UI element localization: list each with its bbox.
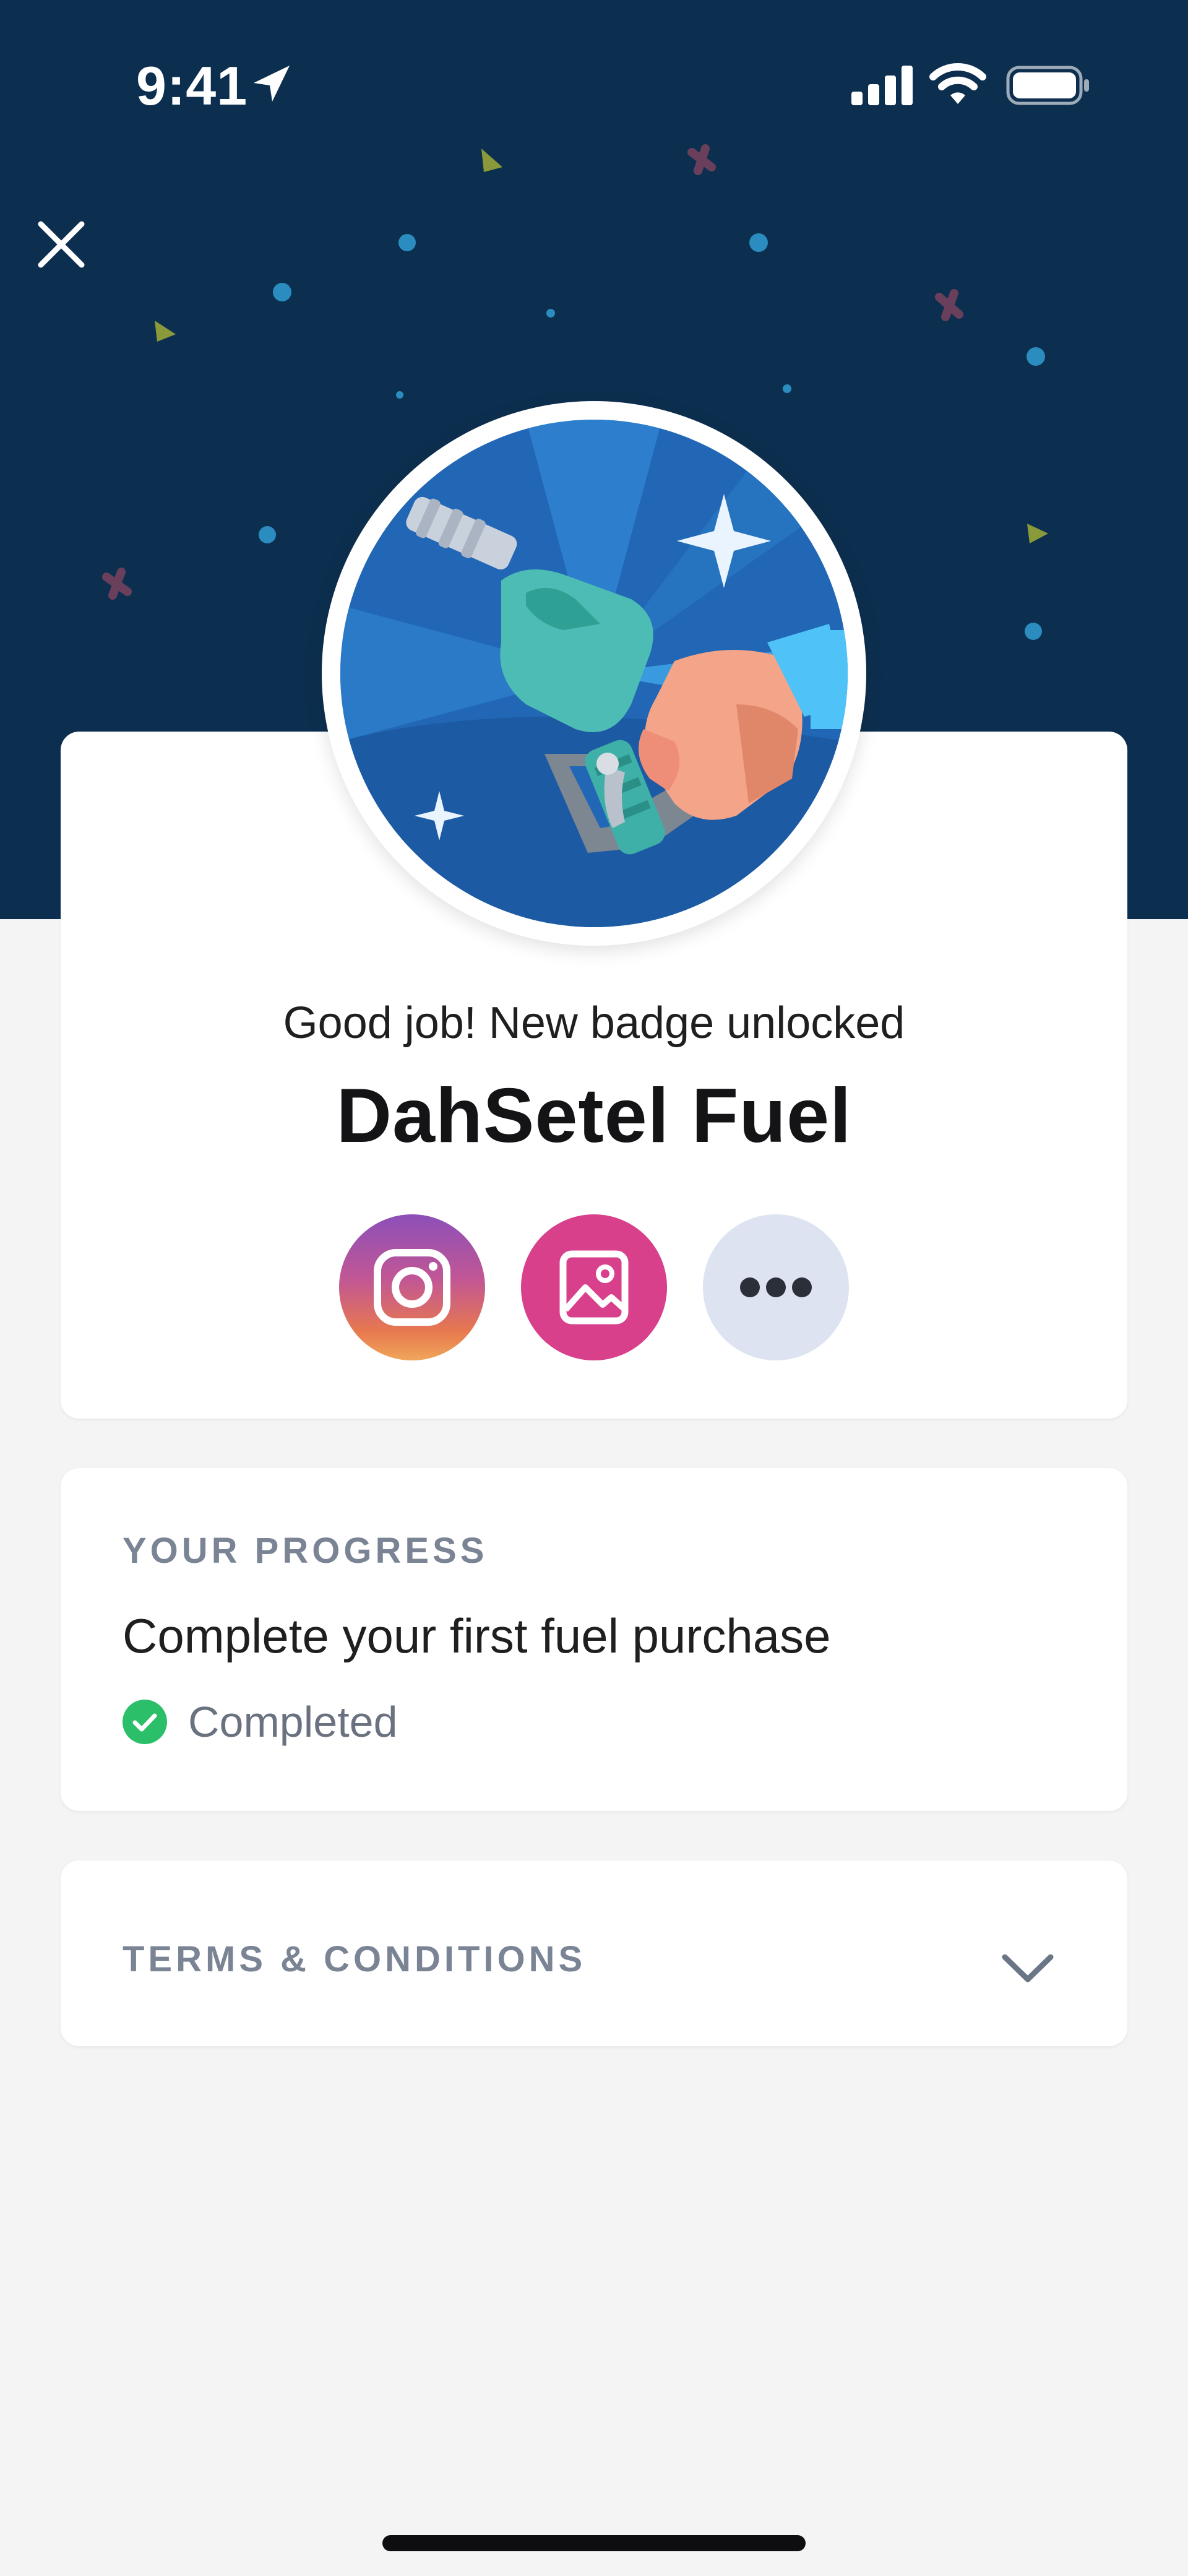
battery-icon <box>1006 66 1089 105</box>
more-icon <box>740 1277 812 1297</box>
cellular-signal-icon <box>851 66 913 105</box>
instagram-icon <box>374 1249 450 1326</box>
badge-illustration <box>322 401 866 946</box>
status-bar: 9:41 <box>0 0 1188 173</box>
chevron-down-icon[interactable] <box>994 1934 1062 2002</box>
wifi-icon <box>929 63 986 104</box>
status-label: Completed <box>188 1698 398 1746</box>
badge-subtitle: Good job! New badge unlocked <box>283 998 905 1048</box>
share-instagram-button[interactable] <box>339 1214 485 1360</box>
home-indicator[interactable] <box>382 2535 806 2551</box>
progress-task-text: Complete your first fuel purchase <box>123 1609 831 1663</box>
progress-card: YOUR PROGRESS Complete your first fuel p… <box>61 1468 1127 1811</box>
image-icon <box>559 1250 629 1325</box>
progress-section-label: YOUR PROGRESS <box>123 1531 488 1571</box>
check-circle-icon <box>123 1700 167 1744</box>
share-image-button[interactable] <box>521 1214 667 1360</box>
terms-accordion[interactable]: TERMS & CONDITIONS <box>61 1861 1127 2046</box>
share-buttons <box>339 1214 849 1360</box>
terms-label: TERMS & CONDITIONS <box>123 1939 587 1979</box>
close-icon[interactable] <box>27 210 95 279</box>
status-time: 9:41 <box>136 55 248 116</box>
share-more-button[interactable] <box>703 1214 849 1360</box>
fuel-nozzle-illustration <box>340 420 848 927</box>
location-arrow-icon <box>254 66 290 102</box>
badge-title: DahSetel Fuel <box>336 1073 852 1159</box>
